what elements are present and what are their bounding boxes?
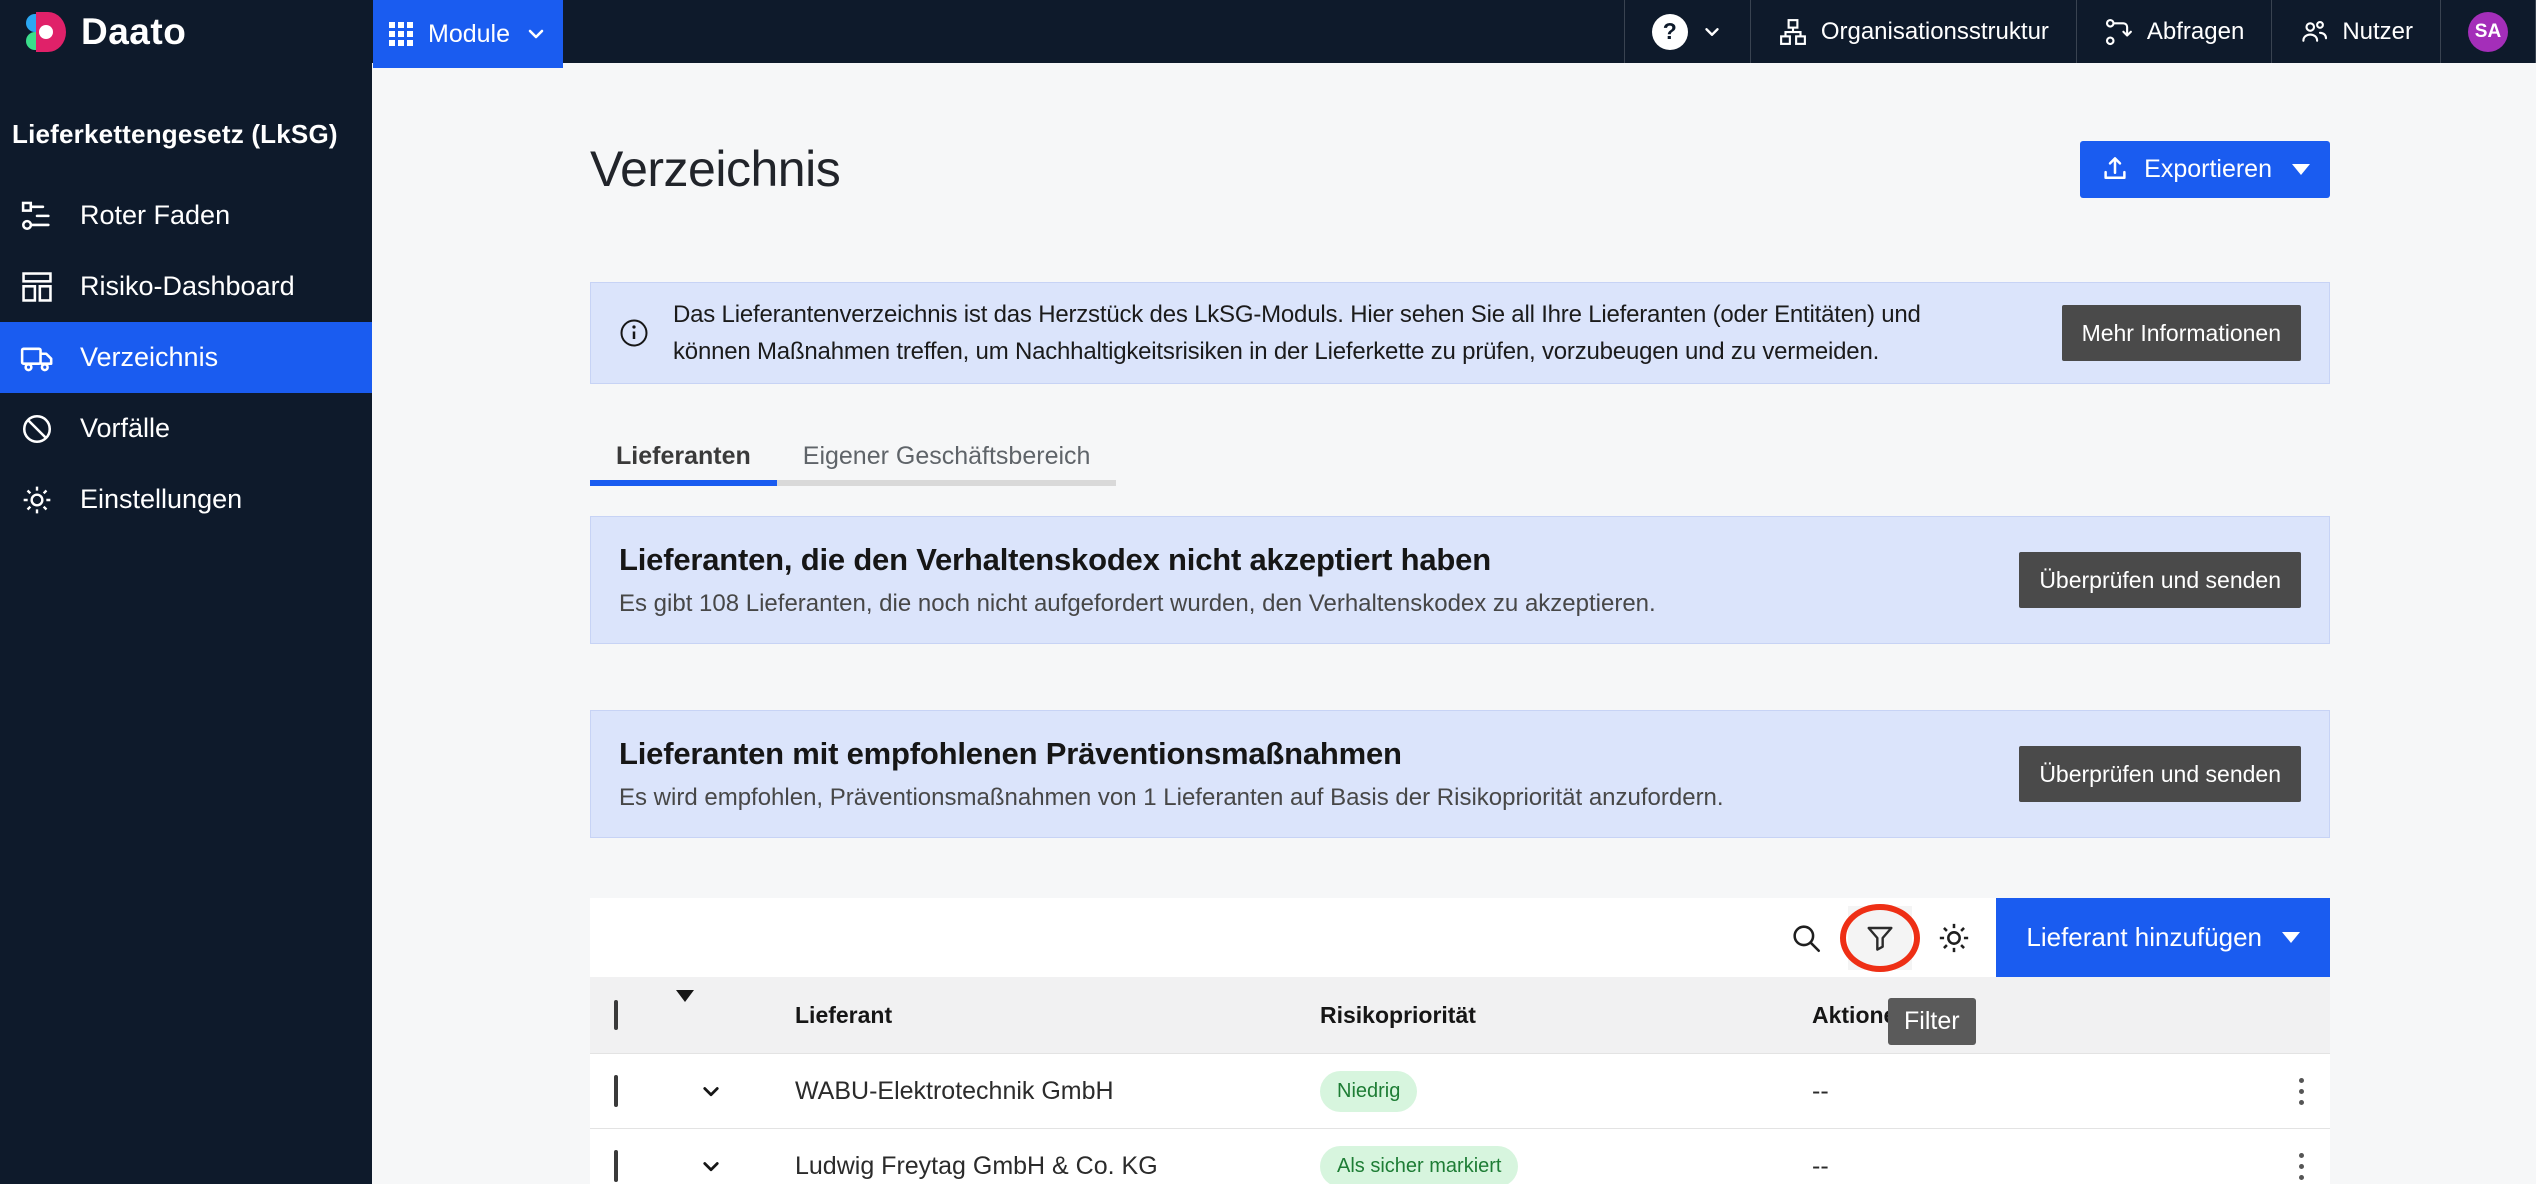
expand-row-button[interactable] <box>676 1076 795 1106</box>
card-title: Lieferanten mit empfohlenen Präventionsm… <box>619 736 1724 772</box>
filter-button[interactable] <box>1848 906 1912 970</box>
supplier-name[interactable]: WABU-Elektrotechnik GmbH <box>795 1077 1320 1106</box>
daato-logo-icon <box>26 12 66 52</box>
table-row: Ludwig Freytag GmbH & Co. KG Als sicher … <box>590 1128 2330 1184</box>
page-title: Verzeichnis <box>590 140 840 198</box>
sidebar-item-roter-faden[interactable]: Roter Faden <box>0 180 372 251</box>
chevron-down-icon <box>696 1076 726 1106</box>
caret-down-icon <box>2292 164 2310 175</box>
row-checkbox[interactable] <box>614 1075 618 1107</box>
column-header-lieferant[interactable]: Lieferant <box>795 1002 1320 1029</box>
topbar-right-group: ? Organisationsstruktur Abfragen <box>1624 0 2536 63</box>
upload-icon <box>2100 154 2130 184</box>
route-icon <box>20 199 54 233</box>
actions-value: -- <box>1812 1152 1829 1181</box>
row-menu-button[interactable] <box>2295 1149 2308 1184</box>
card-subtitle: Es gibt 108 Lieferanten, die noch nicht … <box>619 590 1656 618</box>
org-structure-link[interactable]: Organisationsstruktur <box>1750 0 2076 63</box>
risk-badge: Als sicher markiert <box>1320 1146 1518 1184</box>
sort-caret-icon[interactable] <box>676 990 694 1028</box>
help-menu[interactable]: ? <box>1624 0 1750 63</box>
sidebar-item-verzeichnis[interactable]: Verzeichnis <box>0 322 372 393</box>
nutzer-link[interactable]: Nutzer <box>2271 0 2440 63</box>
abfragen-link[interactable]: Abfragen <box>2076 0 2271 63</box>
sidebar-item-label: Verzeichnis <box>80 342 218 373</box>
review-send-button[interactable]: Überprüfen und senden <box>2019 746 2301 802</box>
filter-tooltip: Filter <box>1888 998 1976 1045</box>
dashboard-icon <box>20 270 54 304</box>
sidebar-nav: Roter Faden Risiko-Dashboard Verzeichnis <box>0 180 372 535</box>
tab-lieferanten[interactable]: Lieferanten <box>590 430 777 486</box>
search-icon <box>1789 921 1823 955</box>
brand-logo[interactable]: Daato <box>0 0 373 63</box>
actions-value: -- <box>1812 1077 1829 1106</box>
module-title: Lieferkettengesetz (LkSG) <box>0 63 372 150</box>
column-header-risikoprioritaet[interactable]: Risikopriorität <box>1320 1002 1812 1029</box>
row-menu-button[interactable] <box>2295 1074 2308 1109</box>
info-icon <box>619 318 649 348</box>
org-structure-icon <box>1778 17 1808 47</box>
filter-icon <box>1864 922 1896 954</box>
supplier-name[interactable]: Ludwig Freytag GmbH & Co. KG <box>795 1152 1320 1181</box>
card-subtitle: Es wird empfohlen, Präventionsmaßnahmen … <box>619 784 1724 812</box>
users-icon <box>2299 17 2329 47</box>
abfragen-label: Abfragen <box>2147 18 2244 46</box>
org-structure-label: Organisationsstruktur <box>1821 18 2049 46</box>
caret-down-icon <box>2282 932 2300 943</box>
grid-icon <box>388 21 414 47</box>
help-icon: ? <box>1652 14 1688 50</box>
gear-icon <box>1937 921 1971 955</box>
avatar: SA <box>2468 12 2508 52</box>
sidebar-item-label: Risiko-Dashboard <box>80 271 295 302</box>
sidebar-item-label: Einstellungen <box>80 484 242 515</box>
code-of-conduct-card: Lieferanten, die den Verhaltenskodex nic… <box>590 516 2330 644</box>
top-bar: Daato Module ? Organisations <box>0 0 2536 63</box>
risk-badge: Niedrig <box>1320 1071 1417 1112</box>
sidebar: Lieferkettengesetz (LkSG) Roter Faden Ri… <box>0 63 372 1184</box>
row-checkbox[interactable] <box>614 1150 618 1182</box>
brand-name: Daato <box>81 11 186 53</box>
tabs: Lieferanten Eigener Geschäftsbereich <box>590 430 2330 486</box>
table-toolbar: Lieferant hinzufügen <box>590 898 2330 977</box>
prevention-measures-card: Lieferanten mit empfohlenen Präventionsm… <box>590 710 2330 838</box>
banner-text: Das Lieferantenverzeichnis ist das Herzs… <box>673 296 2003 370</box>
card-title: Lieferanten, die den Verhaltenskodex nic… <box>619 542 1656 578</box>
table-row: WABU-Elektrotechnik GmbH Niedrig -- <box>590 1053 2330 1128</box>
add-supplier-button[interactable]: Lieferant hinzufügen <box>1996 898 2330 977</box>
main-content: Verzeichnis Exportieren Das Lieferantenv… <box>372 63 2536 1184</box>
info-banner: Das Lieferantenverzeichnis ist das Herzs… <box>590 282 2330 384</box>
table-header-row: Lieferant Risikopriorität Aktionen <box>590 977 2330 1053</box>
select-all-checkbox[interactable] <box>614 1000 618 1030</box>
chevron-down-icon <box>1701 21 1723 43</box>
sidebar-item-risiko-dashboard[interactable]: Risiko-Dashboard <box>0 251 372 322</box>
sidebar-item-vorfaelle[interactable]: Vorfälle <box>0 393 372 464</box>
expand-row-button[interactable] <box>676 1151 795 1181</box>
page-header: Verzeichnis Exportieren <box>590 129 2330 209</box>
sidebar-item-einstellungen[interactable]: Einstellungen <box>0 464 372 535</box>
export-button[interactable]: Exportieren <box>2080 141 2330 198</box>
table-settings-button[interactable] <box>1922 906 1986 970</box>
module-menu-button[interactable]: Module <box>373 0 563 68</box>
supplier-table: Lieferant hinzufügen Lieferant Risikopri… <box>590 898 2330 1184</box>
truck-icon <box>20 341 54 375</box>
chevron-down-icon <box>524 22 548 46</box>
sidebar-item-label: Roter Faden <box>80 200 230 231</box>
prohibited-icon <box>20 412 54 446</box>
tab-eigener-geschaeftsbereich[interactable]: Eigener Geschäftsbereich <box>777 430 1117 486</box>
review-send-button[interactable]: Überprüfen und senden <box>2019 552 2301 608</box>
sidebar-item-label: Vorfälle <box>80 413 170 444</box>
chevron-down-icon <box>696 1151 726 1181</box>
workflow-icon <box>2104 17 2134 47</box>
search-button[interactable] <box>1774 906 1838 970</box>
more-info-button[interactable]: Mehr Informationen <box>2062 305 2301 361</box>
nutzer-label: Nutzer <box>2342 18 2413 46</box>
module-label: Module <box>428 20 510 49</box>
user-avatar-button[interactable]: SA <box>2440 0 2536 63</box>
gear-icon <box>20 483 54 517</box>
